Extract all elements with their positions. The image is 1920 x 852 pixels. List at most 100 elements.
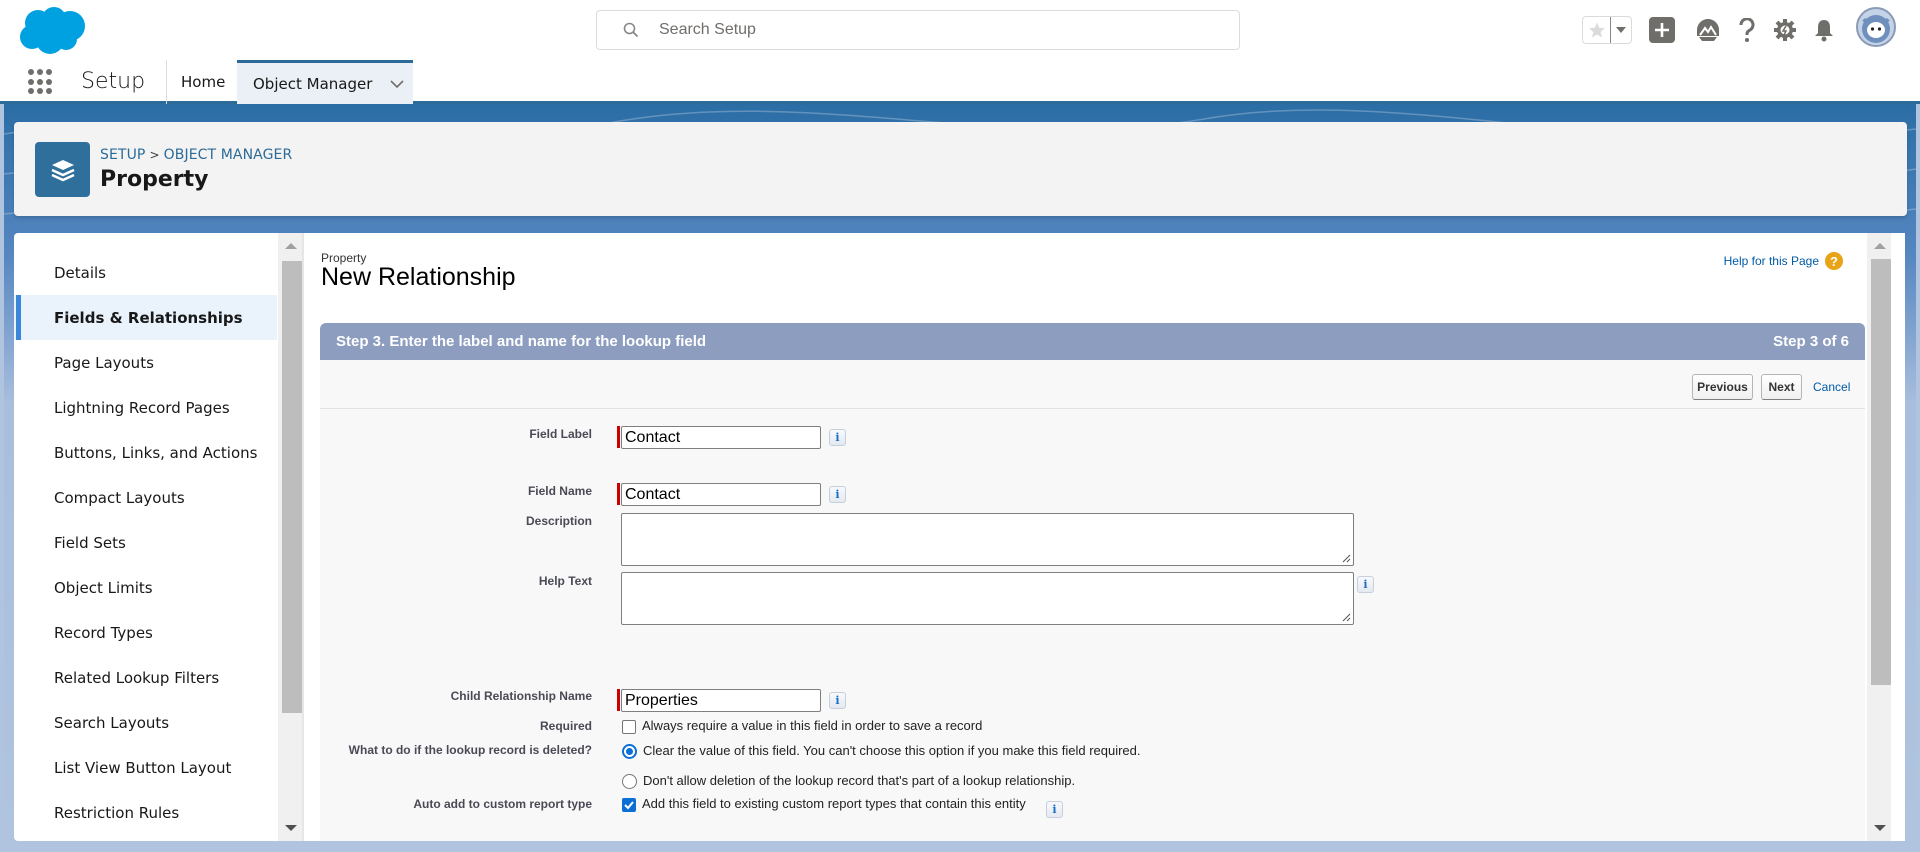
breadcrumb-object-manager[interactable]: OBJECT MANAGER — [164, 147, 293, 163]
help-icon — [1739, 18, 1755, 42]
step-header: Step 3. Enter the label and name for the… — [320, 323, 1865, 360]
field-label-label: Field Label — [529, 427, 592, 441]
object-header-card: SETUP > OBJECT MANAGER Property — [14, 122, 1907, 216]
info-icon[interactable]: i — [829, 692, 846, 709]
global-actions-button[interactable] — [1648, 16, 1676, 44]
on-delete-label: What to do if the lookup record is delet… — [348, 743, 592, 757]
sidebar-item-search-layouts[interactable]: Search Layouts — [14, 700, 277, 745]
clear-value-option-text: Clear the value of this field. You can't… — [643, 743, 1141, 758]
trailhead-button[interactable] — [1694, 16, 1722, 44]
sidebar-item-buttons-links-actions[interactable]: Buttons, Links, and Actions — [14, 430, 277, 475]
sidebar-item-object-limits[interactable]: Object Limits — [14, 565, 277, 610]
sidebar-item-label: Fields & Relationships — [54, 308, 243, 327]
sidebar-item-fields-relationships[interactable]: Fields & Relationships — [14, 295, 277, 340]
chevron-down-icon[interactable] — [390, 79, 404, 88]
sidebar-item-label: Search Layouts — [54, 713, 170, 732]
help-question-icon: ? — [1825, 252, 1843, 270]
search-input[interactable] — [659, 21, 1179, 39]
layers-icon — [50, 159, 75, 181]
notifications-button[interactable] — [1810, 16, 1838, 44]
global-header — [0, 0, 1920, 60]
main-scrollbar[interactable] — [1867, 233, 1891, 841]
field-name-input[interactable]: Contact — [621, 483, 821, 506]
sidebar-item-compact-layouts[interactable]: Compact Layouts — [14, 475, 277, 520]
tab-object-manager[interactable]: Object Manager — [237, 60, 413, 104]
field-label-input[interactable]: Contact — [621, 426, 821, 449]
favorites-button[interactable] — [1583, 17, 1611, 43]
main-scroll-thumb[interactable] — [1871, 259, 1891, 685]
sidebar-item-page-layouts[interactable]: Page Layouts — [14, 340, 277, 385]
resize-grip-icon[interactable] — [1341, 553, 1351, 563]
favorites-dropdown-button[interactable] — [1611, 17, 1631, 43]
sidebar-item-label: Lightning Record Pages — [54, 398, 230, 417]
child-relationship-name-input[interactable]: Properties — [621, 689, 821, 712]
astro-avatar-icon — [1862, 15, 1890, 43]
scroll-up-arrow-icon[interactable] — [285, 243, 297, 249]
scroll-down-arrow-icon[interactable] — [285, 825, 297, 831]
sidebar-item-restriction-rules[interactable]: Restriction Rules — [14, 790, 277, 835]
main-content-frame: Property New Relationship Help for this … — [304, 233, 1866, 841]
next-button[interactable]: Next — [1761, 374, 1802, 400]
page-title: New Relationship — [321, 263, 516, 291]
sidebar-item-record-types[interactable]: Record Types — [14, 610, 277, 655]
scroll-down-arrow-icon[interactable] — [1874, 825, 1886, 831]
info-icon[interactable]: i — [1357, 576, 1374, 593]
breadcrumb: SETUP > OBJECT MANAGER — [100, 147, 292, 163]
info-icon[interactable]: i — [1046, 801, 1063, 818]
sidebar-item-label: List View Button Layout — [54, 758, 232, 777]
form-body: Previous Next Cancel Field Label Contact… — [320, 360, 1865, 841]
app-launcher-icon[interactable] — [28, 69, 54, 95]
object-title: Property — [100, 167, 209, 192]
sidebar-item-list-view-button-layout[interactable]: List View Button Layout — [14, 745, 277, 790]
sidebar-item-label: Page Layouts — [54, 353, 154, 372]
resize-grip-icon[interactable] — [1341, 612, 1351, 622]
prevent-deletion-radio[interactable] — [622, 774, 637, 789]
tab-home-label: Home — [181, 73, 226, 91]
sidebar-item-details[interactable]: Details — [14, 250, 277, 295]
step-title: Step 3. Enter the label and name for the… — [336, 333, 707, 350]
sidebar-scroll-thumb[interactable] — [282, 261, 302, 713]
object-sidebar: Details Fields & Relationships Page Layo… — [14, 233, 302, 841]
sidebar-item-label: Field Sets — [54, 533, 126, 552]
child-relationship-name-label: Child Relationship Name — [450, 689, 592, 703]
auto-add-label: Auto add to custom report type — [413, 797, 592, 811]
scroll-up-arrow-icon[interactable] — [1874, 243, 1886, 249]
cancel-link[interactable]: Cancel — [1813, 380, 1850, 394]
navigation-bar: Setup Home Object Manager — [0, 60, 1920, 104]
main-content-panel: Property New Relationship Help for this … — [302, 233, 1905, 841]
sidebar-item-related-lookup-filters[interactable]: Related Lookup Filters — [14, 655, 277, 700]
sidebar-list: Details Fields & Relationships Page Layo… — [14, 233, 277, 841]
auto-add-checkbox[interactable] — [622, 798, 636, 812]
object-icon — [35, 142, 90, 197]
help-button[interactable] — [1733, 16, 1761, 44]
tab-home[interactable]: Home — [167, 60, 239, 104]
info-icon[interactable]: i — [829, 429, 846, 446]
salesforce-logo[interactable] — [18, 6, 90, 56]
favorites-group — [1582, 16, 1632, 44]
tab-object-manager-label: Object Manager — [253, 74, 373, 93]
field-name-label: Field Name — [527, 484, 592, 498]
sidebar-item-label: Record Types — [54, 623, 153, 642]
sidebar-item-label: Compact Layouts — [54, 488, 185, 507]
user-avatar[interactable] — [1856, 7, 1896, 47]
previous-button[interactable]: Previous — [1692, 374, 1753, 400]
breadcrumb-setup[interactable]: SETUP — [100, 147, 145, 163]
sidebar-item-label: Related Lookup Filters — [54, 668, 220, 687]
required-label: Required — [539, 719, 592, 733]
search-setup-box[interactable] — [596, 10, 1240, 50]
bell-icon — [1815, 20, 1833, 42]
star-icon — [1588, 22, 1605, 38]
gear-icon — [1774, 19, 1796, 41]
required-marker — [617, 426, 620, 448]
sidebar-scrollbar[interactable] — [278, 233, 302, 841]
help-text-label: Help Text — [538, 574, 592, 588]
required-checkbox[interactable] — [622, 720, 636, 734]
info-icon[interactable]: i — [829, 486, 846, 503]
sidebar-item-field-sets[interactable]: Field Sets — [14, 520, 277, 565]
help-text-textarea[interactable] — [621, 572, 1354, 625]
clear-value-radio[interactable] — [622, 744, 637, 759]
description-textarea[interactable] — [621, 513, 1354, 566]
setup-button[interactable] — [1771, 16, 1799, 44]
help-for-this-page-link[interactable]: Help for this Page ? — [1724, 252, 1843, 270]
sidebar-item-lightning-record-pages[interactable]: Lightning Record Pages — [14, 385, 277, 430]
